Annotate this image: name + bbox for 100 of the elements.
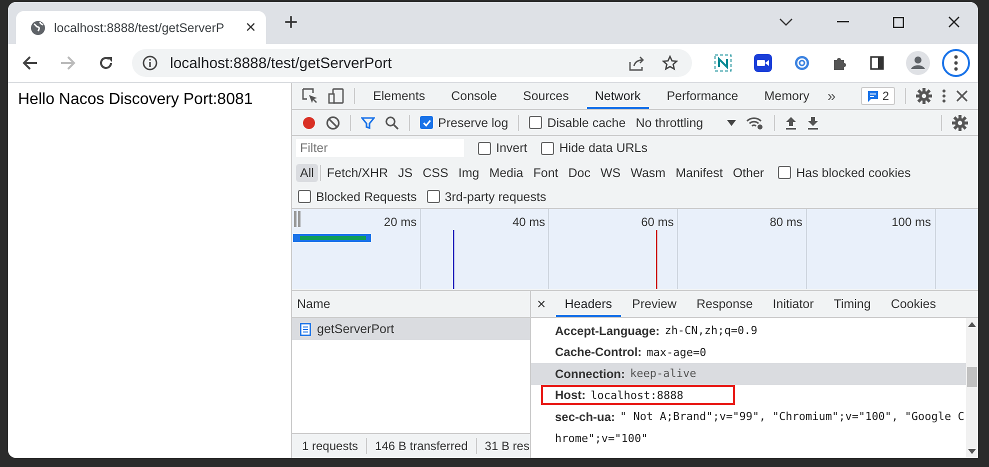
dropdown-icon	[727, 120, 736, 126]
checkbox-label: Blocked Requests	[316, 190, 417, 204]
share-icon[interactable]	[628, 55, 646, 71]
more-tabs-button[interactable]: »	[827, 88, 836, 104]
type-filter-button[interactable]: Media	[485, 164, 528, 182]
settings-icon[interactable]	[952, 114, 968, 130]
type-filter-button[interactable]: CSS	[418, 164, 452, 182]
checkbox-icon[interactable]	[478, 142, 491, 154]
checkbox-icon[interactable]	[420, 116, 433, 129]
type-filter-button[interactable]: Other	[728, 164, 768, 182]
time-tick-label: 20 ms	[382, 215, 418, 229]
new-tab-button[interactable]: +	[284, 11, 298, 35]
header-value: " Not A;Brand";v="99", "Chromium";v="100", "Google C	[620, 410, 964, 424]
devtools-tab[interactable]: Performance	[658, 83, 746, 109]
menu-button[interactable]	[942, 49, 970, 77]
checkbox-label: Preserve log	[438, 116, 508, 130]
status-text: 1 requests	[302, 439, 358, 453]
download-icon[interactable]	[807, 116, 820, 130]
detail-tab[interactable]: Response	[687, 291, 762, 317]
detail-tab[interactable]: Preview	[623, 291, 686, 317]
throttling-dropdown[interactable]: No throttling	[636, 116, 736, 130]
devtools-tab[interactable]: Console	[443, 83, 505, 109]
type-filter-button[interactable]: Font	[529, 164, 562, 182]
avatar-icon[interactable]	[906, 51, 930, 75]
type-filter-button[interactable]: All	[296, 164, 318, 182]
checkbox-label: Disable cache	[547, 116, 626, 130]
extension-icon[interactable]	[714, 54, 732, 72]
inspect-icon[interactable]	[302, 88, 318, 104]
browser-tab[interactable]: localhost:8888/test/getServerP ×	[16, 11, 266, 44]
star-icon[interactable]	[662, 55, 678, 71]
checkbox[interactable]: Preserve log	[420, 116, 508, 130]
checkbox[interactable]: Disable cache	[529, 116, 626, 130]
header-name: Cache-Control:	[555, 345, 642, 360]
clear-icon[interactable]	[326, 116, 340, 130]
type-filter-button[interactable]: Manifest	[672, 164, 727, 182]
minimize-icon[interactable]	[837, 21, 849, 23]
search-icon[interactable]	[385, 116, 399, 130]
close-icon[interactable]: ×	[245, 17, 256, 38]
header-name: Connection:	[555, 366, 625, 381]
document-icon	[300, 322, 311, 336]
devtools-tab[interactable]: Sources	[514, 83, 577, 109]
detail-tab[interactable]: Initiator	[764, 291, 823, 317]
settings-icon[interactable]	[916, 88, 932, 104]
header-value: localhost:8888	[590, 388, 684, 402]
type-filter-button[interactable]: Doc	[564, 164, 594, 182]
checkbox-icon[interactable]	[778, 166, 792, 179]
header-value: max-age=0	[646, 346, 706, 359]
header-name: Accept-Language:	[555, 324, 660, 338]
issues-button[interactable]: 2	[861, 87, 895, 105]
device-icon[interactable]	[328, 88, 344, 104]
type-filter-button[interactable]: Wasm	[626, 164, 670, 182]
devtools-tab[interactable]: Network	[586, 83, 649, 109]
header-value: hrome";v="100"	[555, 432, 648, 445]
devtools-tab[interactable]: Elements	[365, 83, 434, 109]
extension-icon[interactable]	[794, 55, 810, 71]
reload-icon[interactable]	[98, 55, 114, 71]
checkbox-icon[interactable]	[529, 116, 542, 129]
scroll-up-icon[interactable]	[968, 322, 976, 327]
scrollbar-thumb[interactable]	[967, 367, 977, 387]
time-tick-label: 100 ms	[890, 215, 932, 229]
url-text: localhost:8888/test/getServerPort	[170, 54, 392, 72]
header-name: Host:	[555, 388, 586, 402]
devtools-tab[interactable]: Memory	[756, 83, 818, 109]
checkbox-icon[interactable]	[541, 142, 554, 154]
detail-tab[interactable]: Headers	[556, 291, 622, 317]
column-header: Name	[297, 297, 330, 311]
type-filter-button[interactable]: Fetch/XHR	[322, 164, 392, 182]
record-icon[interactable]	[302, 116, 316, 130]
chevron-down-icon[interactable]	[779, 17, 793, 27]
close-icon[interactable]	[948, 16, 960, 28]
maximize-icon[interactable]	[893, 16, 904, 28]
back-icon[interactable]	[22, 55, 38, 71]
checkbox-icon[interactable]	[298, 190, 311, 203]
filter-icon[interactable]	[361, 116, 375, 130]
side-panel-icon[interactable]	[870, 56, 884, 70]
info-icon	[142, 55, 158, 71]
close-icon[interactable]	[956, 90, 968, 102]
upload-icon[interactable]	[785, 116, 798, 130]
checkbox[interactable]: Invert	[478, 141, 528, 155]
type-filter-button[interactable]: WS	[596, 164, 625, 182]
scroll-down-icon[interactable]	[968, 449, 976, 454]
checkbox[interactable]: Hide data URLs	[541, 141, 648, 155]
checkbox-icon[interactable]	[426, 190, 440, 203]
message-icon	[867, 90, 880, 102]
type-filter-button[interactable]: JS	[394, 164, 417, 182]
checkbox[interactable]: Blocked Requests	[298, 190, 417, 204]
detail-tab[interactable]: Cookies	[882, 291, 945, 317]
header-value: zh-CN,zh;q=0.9	[664, 324, 758, 338]
status-text: 31 B res	[484, 439, 530, 453]
video-camera-icon[interactable]	[754, 54, 772, 72]
detail-tab[interactable]: Timing	[824, 291, 880, 317]
scrollbar[interactable]	[966, 318, 978, 458]
request-row[interactable]: getServerPort	[292, 318, 530, 340]
close-button[interactable]: ×	[537, 296, 546, 312]
kebab-menu-icon[interactable]	[942, 89, 946, 103]
type-filter-button[interactable]: Img	[454, 164, 484, 182]
address-bar[interactable]: localhost:8888/test/getServerPort	[132, 49, 692, 77]
filter-field[interactable]: Filter	[296, 139, 464, 157]
puzzle-icon[interactable]	[832, 55, 848, 71]
network-conditions-icon[interactable]	[746, 116, 764, 130]
